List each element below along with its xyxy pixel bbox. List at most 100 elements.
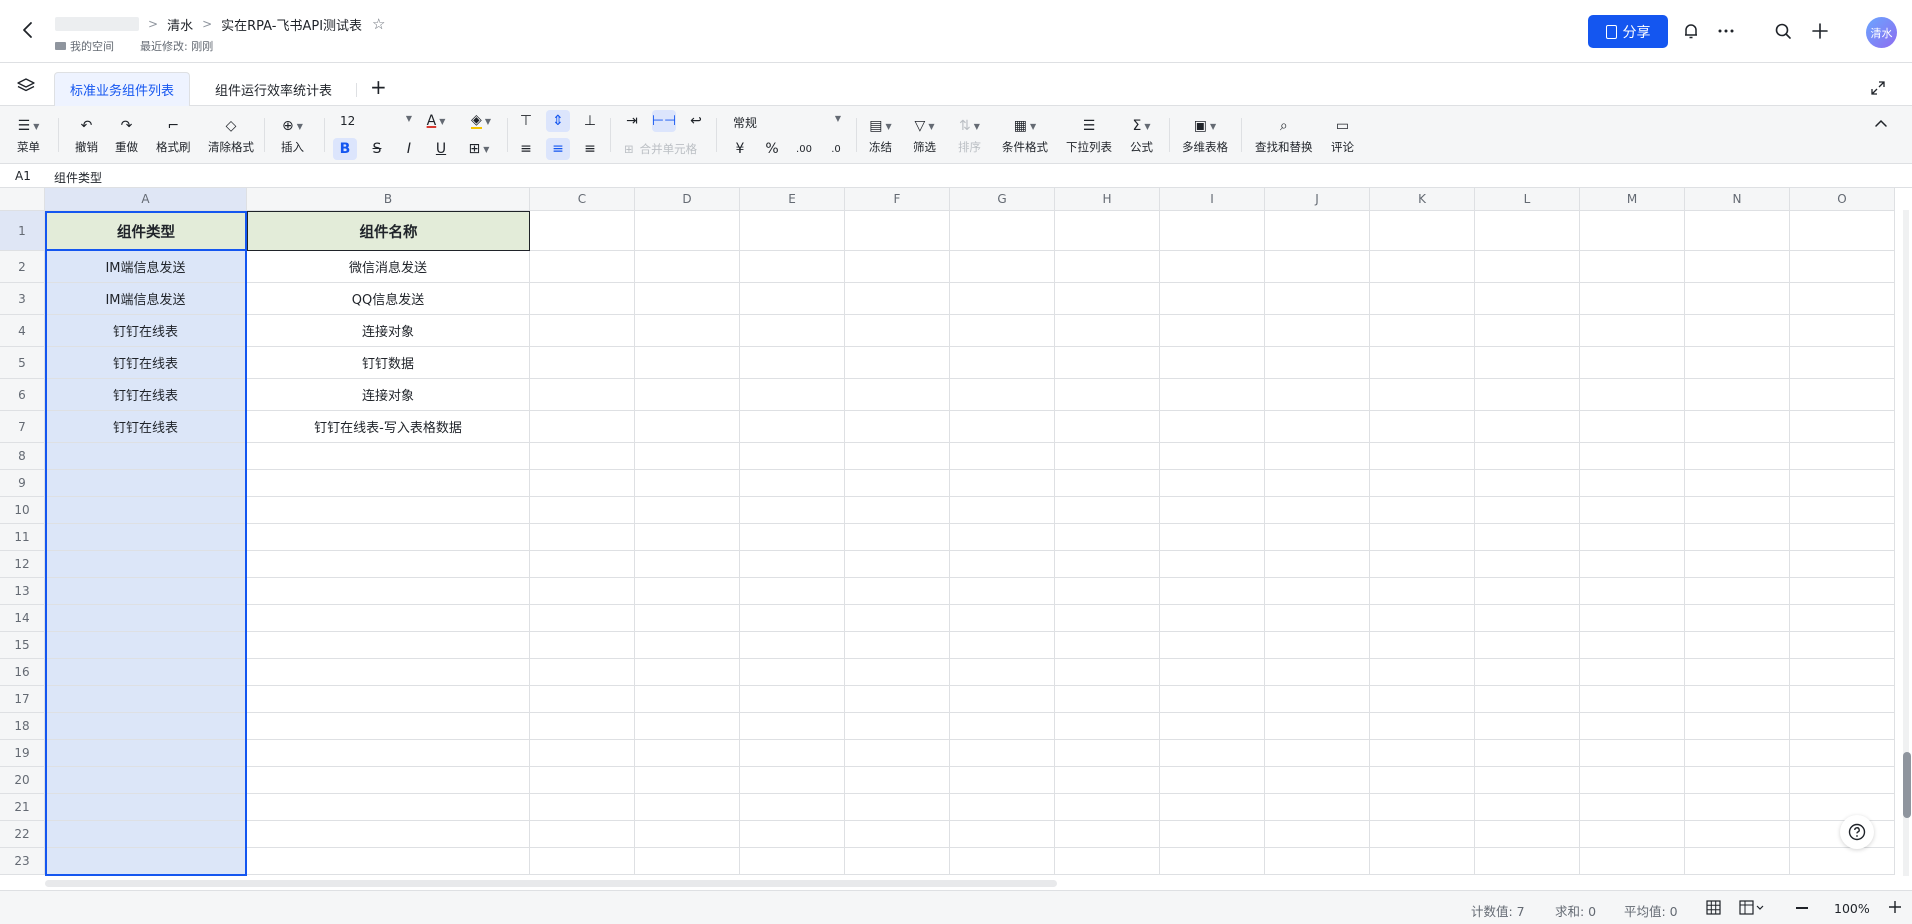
- cell-n8[interactable]: [1685, 443, 1790, 470]
- cell-d12[interactable]: [635, 551, 740, 578]
- cell-j4[interactable]: [1265, 315, 1370, 347]
- insert-button[interactable]: ⊕ ▼ 插入: [281, 116, 304, 155]
- cell-h11[interactable]: [1055, 524, 1160, 551]
- cell-n15[interactable]: [1685, 632, 1790, 659]
- merge-cells-button[interactable]: ⊞ 合并单元格: [624, 141, 697, 157]
- cell-n12[interactable]: [1685, 551, 1790, 578]
- cell-j1[interactable]: [1265, 211, 1370, 251]
- cell-h1[interactable]: [1055, 211, 1160, 251]
- cell-o21[interactable]: [1790, 794, 1895, 821]
- column-header-a[interactable]: A: [45, 188, 247, 211]
- cell-b11[interactable]: [247, 524, 530, 551]
- cell-n5[interactable]: [1685, 347, 1790, 379]
- cell-i7[interactable]: [1160, 411, 1265, 443]
- cell-n3[interactable]: [1685, 283, 1790, 315]
- cell-d22[interactable]: [635, 821, 740, 848]
- cell-f10[interactable]: [845, 497, 950, 524]
- cell-h5[interactable]: [1055, 347, 1160, 379]
- cell-g18[interactable]: [950, 713, 1055, 740]
- cell-j22[interactable]: [1265, 821, 1370, 848]
- cell-j5[interactable]: [1265, 347, 1370, 379]
- layers-icon[interactable]: [17, 78, 35, 98]
- row-header-9[interactable]: 9: [0, 470, 45, 497]
- cell-c5[interactable]: [530, 347, 635, 379]
- cell-c17[interactable]: [530, 686, 635, 713]
- cell-l18[interactable]: [1475, 713, 1580, 740]
- cell-d20[interactable]: [635, 767, 740, 794]
- cell-h14[interactable]: [1055, 605, 1160, 632]
- cell-e21[interactable]: [740, 794, 845, 821]
- cell-j15[interactable]: [1265, 632, 1370, 659]
- cell-o8[interactable]: [1790, 443, 1895, 470]
- menu-button[interactable]: ☰ ▼ 菜单: [17, 116, 40, 155]
- row-header-20[interactable]: 20: [0, 767, 45, 794]
- formula-button[interactable]: Σ ▼ 公式: [1130, 116, 1153, 155]
- cell-d18[interactable]: [635, 713, 740, 740]
- cell-m23[interactable]: [1580, 848, 1685, 875]
- cell-l10[interactable]: [1475, 497, 1580, 524]
- vertical-scrollbar-thumb[interactable]: [1903, 752, 1911, 818]
- bell-icon[interactable]: [1680, 20, 1702, 42]
- row-header-13[interactable]: 13: [0, 578, 45, 605]
- cell-e12[interactable]: [740, 551, 845, 578]
- cell-a21[interactable]: [45, 794, 247, 821]
- cell-c8[interactable]: [530, 443, 635, 470]
- cell-c7[interactable]: [530, 411, 635, 443]
- cell-o11[interactable]: [1790, 524, 1895, 551]
- breadcrumb-parent[interactable]: 清水: [167, 15, 193, 34]
- cell-k14[interactable]: [1370, 605, 1475, 632]
- help-icon[interactable]: [1840, 815, 1874, 849]
- cell-m1[interactable]: [1580, 211, 1685, 251]
- text-wrap-icon[interactable]: ↩: [684, 110, 708, 132]
- cell-n20[interactable]: [1685, 767, 1790, 794]
- cell-f15[interactable]: [845, 632, 950, 659]
- cell-h6[interactable]: [1055, 379, 1160, 411]
- column-header-f[interactable]: F: [845, 188, 950, 211]
- cell-b5[interactable]: 钉钉数据: [247, 347, 530, 379]
- cell-j17[interactable]: [1265, 686, 1370, 713]
- chevron-up-icon[interactable]: [1873, 116, 1889, 136]
- cell-e23[interactable]: [740, 848, 845, 875]
- cell-a23[interactable]: [45, 848, 247, 875]
- cell-m16[interactable]: [1580, 659, 1685, 686]
- more-icon[interactable]: [1715, 20, 1737, 42]
- row-header-12[interactable]: 12: [0, 551, 45, 578]
- strikethrough-button[interactable]: S: [365, 138, 389, 160]
- cell-e2[interactable]: [740, 251, 845, 283]
- cell-c13[interactable]: [530, 578, 635, 605]
- cell-k10[interactable]: [1370, 497, 1475, 524]
- cell-o19[interactable]: [1790, 740, 1895, 767]
- select-all-corner[interactable]: [0, 188, 45, 211]
- row-header-3[interactable]: 3: [0, 283, 45, 315]
- comment-button[interactable]: ▭ 评论: [1331, 116, 1354, 155]
- cell-i2[interactable]: [1160, 251, 1265, 283]
- align-middle-icon[interactable]: ⇕: [546, 110, 570, 132]
- cell-a14[interactable]: [45, 605, 247, 632]
- cell-i17[interactable]: [1160, 686, 1265, 713]
- cell-o2[interactable]: [1790, 251, 1895, 283]
- cell-c23[interactable]: [530, 848, 635, 875]
- cell-c12[interactable]: [530, 551, 635, 578]
- sort-button[interactable]: ⇅ ▼ 排序: [958, 116, 981, 155]
- cell-i3[interactable]: [1160, 283, 1265, 315]
- cell-a15[interactable]: [45, 632, 247, 659]
- cell-i15[interactable]: [1160, 632, 1265, 659]
- cell-l2[interactable]: [1475, 251, 1580, 283]
- zoom-in-icon[interactable]: [1888, 900, 1902, 917]
- cell-g21[interactable]: [950, 794, 1055, 821]
- cell-n19[interactable]: [1685, 740, 1790, 767]
- increase-decimal-icon[interactable]: .00: [792, 138, 816, 160]
- bold-button[interactable]: B: [333, 138, 357, 160]
- location-label[interactable]: 我的空间: [70, 38, 114, 54]
- zoom-level[interactable]: 100%: [1834, 901, 1870, 916]
- cell-c9[interactable]: [530, 470, 635, 497]
- cell-d3[interactable]: [635, 283, 740, 315]
- cell-i14[interactable]: [1160, 605, 1265, 632]
- cell-f11[interactable]: [845, 524, 950, 551]
- fullscreen-icon[interactable]: [1871, 80, 1885, 99]
- cell-k12[interactable]: [1370, 551, 1475, 578]
- cell-h19[interactable]: [1055, 740, 1160, 767]
- cell-k18[interactable]: [1370, 713, 1475, 740]
- cell-f12[interactable]: [845, 551, 950, 578]
- cell-d11[interactable]: [635, 524, 740, 551]
